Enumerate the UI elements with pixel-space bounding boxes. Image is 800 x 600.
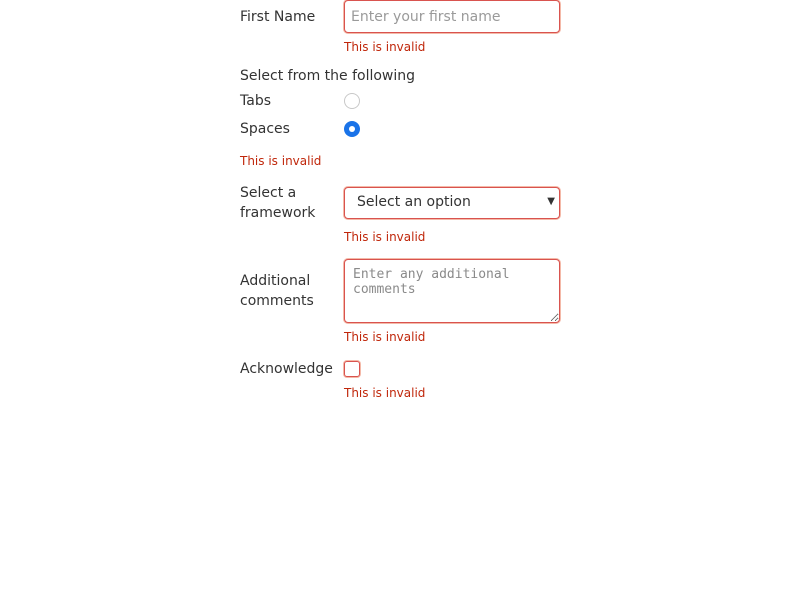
radio-spaces[interactable]	[344, 121, 360, 137]
acknowledge-error: This is invalid	[344, 386, 426, 400]
comments-error: This is invalid	[344, 330, 426, 344]
radio-tabs[interactable]	[344, 93, 360, 109]
radio-label-tabs: Tabs	[240, 93, 271, 109]
framework-select[interactable]: Select an option ▼	[344, 187, 560, 219]
framework-label-line1: Select a	[240, 185, 297, 201]
acknowledge-label: Acknowledge	[240, 361, 333, 377]
comments-label-line1: Additional	[240, 273, 311, 289]
first-name-input[interactable]	[344, 0, 560, 33]
framework-label-line2: framework	[240, 205, 316, 221]
comments-textarea[interactable]	[344, 259, 560, 323]
indentation-group-label: Select from the following	[240, 68, 416, 84]
radio-label-spaces: Spaces	[240, 121, 290, 137]
first-name-error: This is invalid	[344, 40, 426, 54]
first-name-label: First Name	[240, 9, 316, 25]
framework-selected-value: Select an option	[357, 194, 471, 210]
comments-label-line2: comments	[240, 293, 314, 309]
acknowledge-checkbox[interactable]	[344, 361, 360, 377]
chevron-down-icon: ▼	[547, 196, 555, 207]
indentation-error: This is invalid	[240, 154, 322, 168]
framework-error: This is invalid	[344, 230, 426, 244]
